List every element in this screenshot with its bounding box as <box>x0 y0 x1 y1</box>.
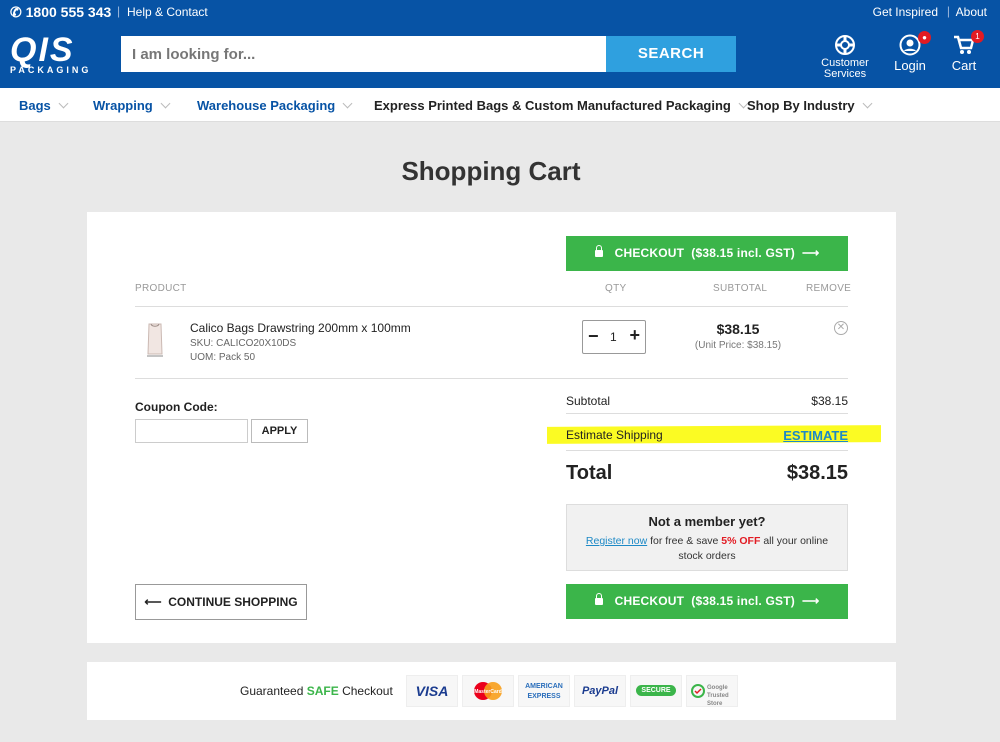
checkout-amount: ($38.15 incl. GST) <box>691 594 795 608</box>
shipping-row: Estimate Shipping ESTIMATE <box>566 428 848 443</box>
arrow-left-icon: ⟵ <box>144 595 162 609</box>
qis-logo[interactable]: QIS PACKAGING <box>10 31 106 76</box>
divider: | <box>946 4 950 18</box>
subtotal-value: $38.15 <box>811 394 848 408</box>
continue-shopping-button[interactable]: ⟵ CONTINUE SHOPPING <box>135 584 307 620</box>
get-inspired-link[interactable]: Get Inspired <box>873 5 938 19</box>
page-title: Shopping Cart <box>401 156 581 186</box>
apply-coupon-button[interactable]: APPLY <box>251 419 308 443</box>
customer-services-link[interactable]: Customer Services <box>820 34 870 80</box>
paypal-icon: PayPal <box>574 675 626 707</box>
shipping-label: Estimate Shipping <box>566 428 663 442</box>
nav-item-wrapping[interactable]: Wrapping <box>93 98 171 113</box>
cart-count-badge: 1 <box>971 30 984 43</box>
lifebuoy-icon <box>835 35 855 55</box>
estimate-shipping-link[interactable]: ESTIMATE <box>783 428 848 443</box>
lock-icon <box>594 245 603 257</box>
site-header: QIS PACKAGING SEARCH CustomerServices ● … <box>0 24 1000 88</box>
column-header-subtotal: SUBTOTAL <box>713 283 768 294</box>
main-nav: Bags Wrapping Warehouse Packaging Expres… <box>0 88 1000 122</box>
about-link[interactable]: About <box>956 5 987 19</box>
nav-label: Bags <box>19 98 51 113</box>
plus-icon[interactable]: + <box>629 326 640 344</box>
product-thumbnail[interactable] <box>144 322 166 360</box>
quantity-value[interactable]: 1 <box>610 330 617 344</box>
nav-label: Express Printed Bags & Custom Manufactur… <box>374 98 731 113</box>
safe-checkout-bar: Guaranteed SAFE Checkout VISA MasterCard… <box>87 662 896 720</box>
amex-icon: AMERICAN EXPRESS <box>518 675 570 707</box>
column-header-qty: QTY <box>605 283 627 294</box>
cart-link[interactable]: 1 Cart <box>946 30 984 73</box>
subtotal-label: Subtotal <box>566 394 611 408</box>
nav-item-warehouse-packaging[interactable]: Warehouse Packaging <box>197 98 353 113</box>
divider <box>135 306 848 307</box>
member-promo-box: Not a member yet? Register now for free … <box>566 504 848 571</box>
google-trusted-store-icon: Google Trusted Store <box>686 675 738 707</box>
arrow-right-icon: ⟶ <box>802 246 820 260</box>
minus-icon[interactable]: − <box>588 327 599 345</box>
remove-icon[interactable]: ✕ <box>834 321 848 335</box>
chevron-down-icon <box>862 98 873 109</box>
column-header-product: PRODUCT <box>135 283 187 294</box>
total-label: Total <box>566 462 613 484</box>
arrow-right-icon: ⟶ <box>802 594 820 608</box>
cart-label: Cart <box>951 58 977 73</box>
phone-number[interactable]: ✆ 1800 555 343 <box>10 4 111 21</box>
help-contact-link[interactable]: Help & Contact <box>127 5 208 19</box>
unit-price: (Unit Price: $38.15) <box>694 340 782 351</box>
member-text-1: for free & save <box>650 535 719 547</box>
secure-icon: SECURE <box>630 675 682 707</box>
quantity-stepper: − 1 + <box>582 320 646 354</box>
item-subtotal: $38.15 <box>716 321 760 337</box>
logo-subtext: PACKAGING <box>10 65 92 75</box>
logo-text: QIS <box>10 31 75 69</box>
product-uom: UOM: Pack 50 <box>190 352 256 363</box>
product-name[interactable]: Calico Bags Drawstring 200mm x 100mm <box>190 321 411 335</box>
chevron-down-icon <box>160 98 171 109</box>
search-input[interactable] <box>121 36 606 72</box>
coupon-input[interactable] <box>135 419 248 443</box>
checkout-label: CHECKOUT <box>614 594 685 608</box>
top-bar: ✆ 1800 555 343 | Help & Contact Get Insp… <box>0 0 1000 24</box>
chevron-down-icon <box>342 98 353 109</box>
total-row: Total $38.15 <box>566 462 848 485</box>
checkout-label: CHECKOUT <box>614 246 685 260</box>
subtotal-row: Subtotal $38.15 <box>566 394 848 408</box>
member-heading: Not a member yet? <box>648 514 766 529</box>
product-sku: SKU: CALICO20X10DS <box>190 338 297 349</box>
coupon-label: Coupon Code: <box>135 400 218 414</box>
svg-text:MasterCard: MasterCard <box>474 689 502 695</box>
login-label: Login <box>894 58 926 73</box>
nav-item-bags[interactable]: Bags <box>19 98 69 113</box>
nav-item-shop-by-industry[interactable]: Shop By Industry <box>747 98 873 113</box>
register-now-link[interactable]: Register now <box>586 535 647 547</box>
safe-checkout-label: Guaranteed SAFE Checkout <box>240 684 393 698</box>
member-text: Register now for free & save 5% OFF all … <box>567 534 847 564</box>
nav-label: Wrapping <box>93 98 153 113</box>
search-button[interactable]: SEARCH <box>606 36 736 72</box>
mastercard-icon: MasterCard <box>462 675 514 707</box>
divider <box>566 413 848 414</box>
divider: | <box>117 4 121 18</box>
checkout-button-bottom[interactable]: CHECKOUT ($38.15 incl. GST) ⟶ <box>566 584 848 619</box>
total-value: $38.15 <box>786 462 848 484</box>
visa-icon: VISA <box>406 675 458 707</box>
column-header-remove: REMOVE <box>806 283 852 294</box>
chevron-down-icon <box>58 98 69 109</box>
login-link[interactable]: ● Login <box>891 31 931 73</box>
continue-label: CONTINUE SHOPPING <box>168 595 298 609</box>
nav-label: Shop By Industry <box>747 98 855 113</box>
checkout-amount: ($38.15 incl. GST) <box>691 246 795 260</box>
nav-label: Warehouse Packaging <box>197 98 336 113</box>
divider <box>566 450 848 451</box>
services-label: Services <box>823 68 867 80</box>
login-badge: ● <box>918 31 931 44</box>
nav-item-express-printed[interactable]: Express Printed Bags & Custom Manufactur… <box>374 98 749 113</box>
divider <box>135 378 848 379</box>
discount-text: 5% OFF <box>721 535 761 547</box>
lock-icon <box>594 593 603 605</box>
checkout-button-top[interactable]: CHECKOUT ($38.15 incl. GST) ⟶ <box>566 236 848 271</box>
